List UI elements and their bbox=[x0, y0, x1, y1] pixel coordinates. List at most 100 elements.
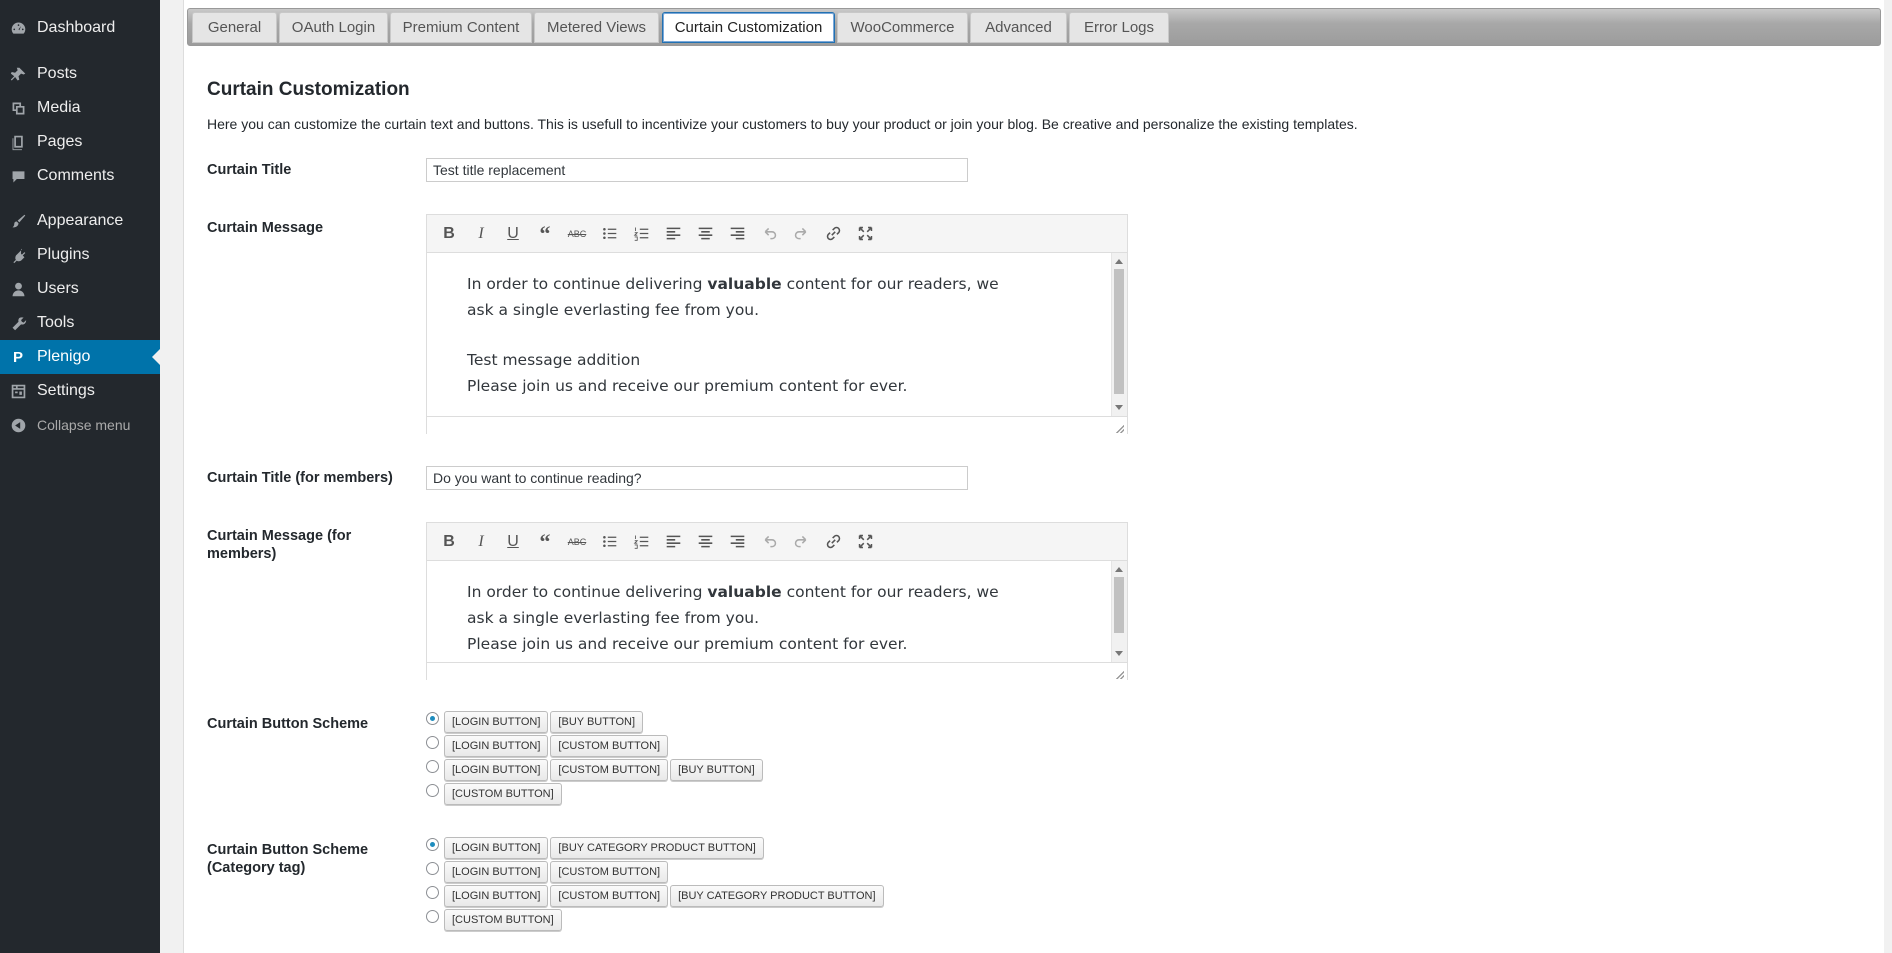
curtain-title-members-input[interactable] bbox=[426, 466, 968, 490]
scheme-option-row[interactable]: [LOGIN BUTTON] [BUY BUTTON] bbox=[426, 710, 645, 734]
sidebar-item-plenigo[interactable]: P Plenigo bbox=[0, 340, 160, 374]
blockquote-icon[interactable]: “ bbox=[529, 220, 561, 248]
bullet-list-icon[interactable] bbox=[593, 220, 625, 248]
sidebar-item-label: Dashboard bbox=[37, 19, 116, 36]
sidebar-item-posts[interactable]: Posts bbox=[0, 57, 160, 91]
scheme-preview-button: [CUSTOM BUTTON] bbox=[550, 861, 669, 883]
sidebar-item-tools[interactable]: Tools bbox=[0, 306, 160, 340]
scroll-thumb[interactable] bbox=[1114, 577, 1124, 633]
curtain-title-label: Curtain Title bbox=[207, 162, 292, 178]
tab-premium-content[interactable]: Premium Content bbox=[390, 12, 532, 43]
scheme-radio[interactable] bbox=[426, 783, 439, 797]
sidebar-item-users[interactable]: Users bbox=[0, 272, 160, 306]
underline-icon[interactable]: U bbox=[497, 528, 529, 556]
redo-icon[interactable] bbox=[785, 220, 817, 248]
message-bold-text: valuable bbox=[707, 583, 782, 601]
tab-metered-views[interactable]: Metered Views bbox=[534, 12, 659, 43]
italic-icon[interactable]: I bbox=[465, 528, 497, 556]
scheme-radio[interactable] bbox=[426, 711, 439, 725]
sidebar-item-media[interactable]: Media bbox=[0, 91, 160, 125]
editor-content-area[interactable]: In order to continue delivering valuable… bbox=[427, 253, 1127, 416]
button-scheme-category-label: Curtain Button Scheme (Category tag) bbox=[207, 842, 369, 876]
sidebar-item-label: Posts bbox=[37, 65, 78, 82]
curtain-message-label: Curtain Message bbox=[207, 220, 324, 236]
editor-scrollbar[interactable] bbox=[1111, 561, 1127, 662]
dashboard-icon bbox=[9, 19, 27, 37]
scheme-radio[interactable] bbox=[426, 909, 439, 923]
paintbrush-icon bbox=[9, 212, 27, 230]
align-right-icon[interactable] bbox=[721, 528, 753, 556]
tab-curtain-customization[interactable]: Curtain Customization bbox=[662, 12, 835, 43]
scheme-option-row[interactable]: [LOGIN BUTTON] [CUSTOM BUTTON] [BUY BUTTON… bbox=[426, 758, 765, 782]
scheme-option-row[interactable]: [LOGIN BUTTON] [CUSTOM BUTTON] [BUY CATEGO… bbox=[426, 884, 886, 908]
curtain-message-editor: B I U “ ABC In order to continue deliver… bbox=[426, 214, 1128, 435]
bold-icon[interactable]: B bbox=[433, 528, 465, 556]
resize-handle[interactable] bbox=[1116, 671, 1124, 679]
scheme-radio[interactable] bbox=[426, 759, 439, 773]
scheme-option-row[interactable]: [LOGIN BUTTON] [CUSTOM BUTTON] bbox=[426, 734, 670, 758]
align-left-icon[interactable] bbox=[657, 528, 689, 556]
bold-icon[interactable]: B bbox=[433, 220, 465, 248]
current-indicator bbox=[152, 349, 160, 365]
sidebar-item-settings[interactable]: Settings bbox=[0, 374, 160, 408]
tab-oauth-login[interactable]: OAuth Login bbox=[279, 12, 388, 43]
scroll-down-arrow[interactable] bbox=[1115, 651, 1123, 656]
align-center-icon[interactable] bbox=[689, 220, 721, 248]
scheme-option-row[interactable]: [CUSTOM BUTTON] bbox=[426, 782, 564, 806]
numbered-list-icon[interactable] bbox=[625, 220, 657, 248]
align-right-icon[interactable] bbox=[721, 220, 753, 248]
scheme-radio[interactable] bbox=[426, 885, 439, 899]
sidebar-item-comments[interactable]: Comments bbox=[0, 159, 160, 193]
scheme-option-row[interactable]: [CUSTOM BUTTON] bbox=[426, 908, 564, 932]
resize-handle[interactable] bbox=[1116, 425, 1124, 433]
editor-scrollbar[interactable] bbox=[1111, 253, 1127, 416]
tab-woocommerce[interactable]: WooCommerce bbox=[837, 12, 968, 43]
link-icon[interactable] bbox=[817, 528, 849, 556]
scheme-option-row[interactable]: [LOGIN BUTTON] [BUY CATEGORY PRODUCT BUTT… bbox=[426, 836, 766, 860]
curtain-title-input[interactable] bbox=[426, 158, 968, 182]
sidebar-item-dashboard[interactable]: Dashboard bbox=[0, 11, 160, 45]
section-title: Curtain Customization bbox=[207, 79, 410, 100]
underline-icon[interactable]: U bbox=[497, 220, 529, 248]
align-left-icon[interactable] bbox=[657, 220, 689, 248]
scroll-down-arrow[interactable] bbox=[1115, 405, 1123, 410]
sidebar-item-plugins[interactable]: Plugins bbox=[0, 238, 160, 272]
admin-sidebar: Dashboard Posts Media Pages Comments App… bbox=[0, 0, 160, 953]
scheme-option-row[interactable]: [LOGIN BUTTON] [CUSTOM BUTTON] bbox=[426, 860, 670, 884]
scheme-radio[interactable] bbox=[426, 735, 439, 749]
pin-icon bbox=[9, 65, 27, 83]
numbered-list-icon[interactable] bbox=[625, 528, 657, 556]
users-icon bbox=[9, 280, 27, 298]
scroll-thumb[interactable] bbox=[1114, 269, 1124, 394]
italic-icon[interactable]: I bbox=[465, 220, 497, 248]
sidebar-item-appearance[interactable]: Appearance bbox=[0, 204, 160, 238]
tab-general[interactable]: General bbox=[192, 12, 277, 43]
message-text: In order to continue delivering bbox=[467, 275, 708, 293]
collapse-menu-button[interactable]: Collapse menu bbox=[0, 408, 160, 442]
sidebar-item-label: Users bbox=[37, 280, 79, 297]
fullscreen-icon[interactable] bbox=[849, 220, 881, 248]
scheme-preview-button: [BUY BUTTON] bbox=[550, 711, 644, 733]
redo-icon[interactable] bbox=[785, 528, 817, 556]
scroll-up-arrow[interactable] bbox=[1115, 567, 1123, 572]
undo-icon[interactable] bbox=[753, 528, 785, 556]
bullet-list-icon[interactable] bbox=[593, 528, 625, 556]
tab-bar: General OAuth Login Premium Content Mete… bbox=[187, 8, 1881, 46]
blockquote-icon[interactable]: “ bbox=[529, 528, 561, 556]
strikethrough-icon[interactable]: ABC bbox=[561, 220, 593, 248]
align-center-icon[interactable] bbox=[689, 528, 721, 556]
fullscreen-icon[interactable] bbox=[849, 528, 881, 556]
scheme-preview-button: [CUSTOM BUTTON] bbox=[550, 735, 669, 757]
link-icon[interactable] bbox=[817, 220, 849, 248]
sidebar-item-pages[interactable]: Pages bbox=[0, 125, 160, 159]
tab-advanced[interactable]: Advanced bbox=[970, 12, 1067, 43]
scheme-radio[interactable] bbox=[426, 861, 439, 875]
scheme-preview-button: [LOGIN BUTTON] bbox=[444, 759, 549, 781]
undo-icon[interactable] bbox=[753, 220, 785, 248]
editor-content-area[interactable]: In order to continue delivering valuable… bbox=[427, 561, 1127, 662]
tab-error-logs[interactable]: Error Logs bbox=[1069, 12, 1169, 43]
scroll-up-arrow[interactable] bbox=[1115, 259, 1123, 264]
curtain-title-members-label: Curtain Title (for members) bbox=[207, 470, 393, 486]
scheme-radio[interactable] bbox=[426, 837, 439, 851]
strikethrough-icon[interactable]: ABC bbox=[561, 528, 593, 556]
